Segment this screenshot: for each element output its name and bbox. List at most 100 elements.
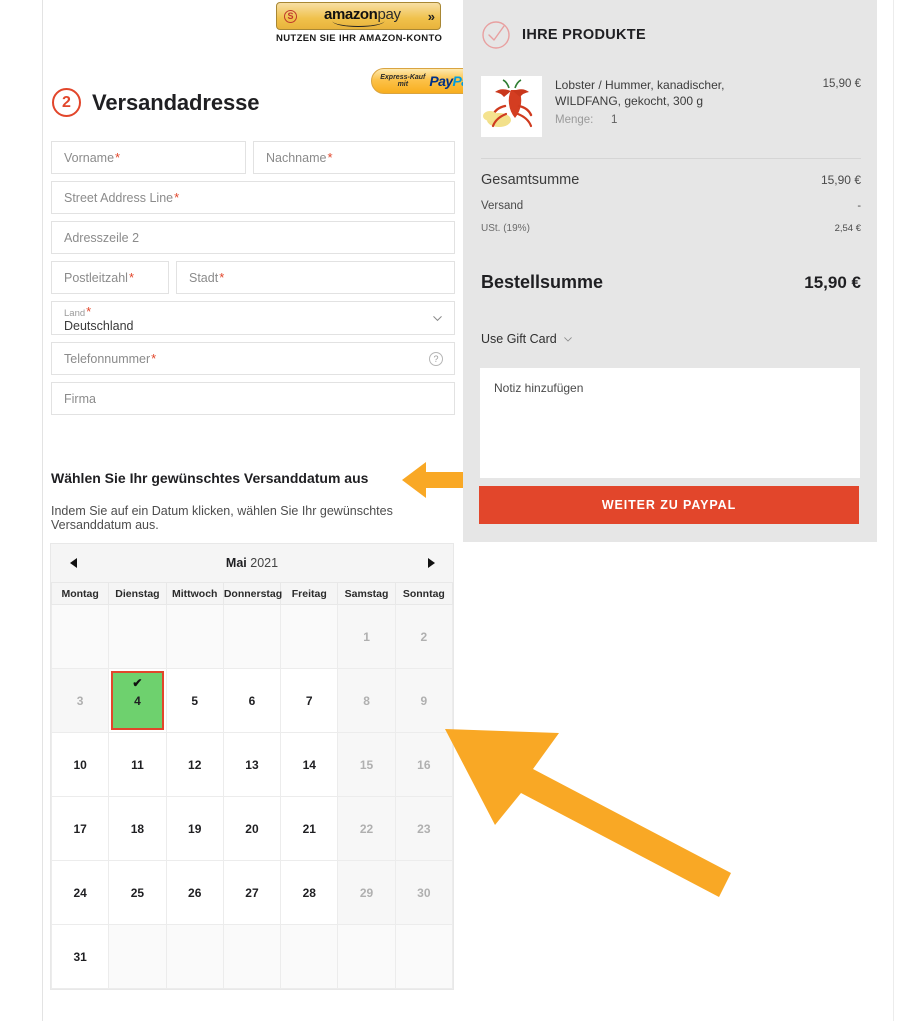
- country-select[interactable]: Land* Deutschland: [51, 301, 455, 335]
- address-form: Vorname * Nachname * Street Address Line * …: [51, 141, 455, 422]
- weekday-monday: Montag: [50, 582, 110, 605]
- calendar-day[interactable]: 26: [165, 860, 224, 925]
- calendar-day[interactable]: 24: [50, 860, 110, 925]
- calendar-nav: Mai 2021: [51, 544, 453, 582]
- shipping-row: Versand -: [481, 200, 861, 212]
- calendar-day-empty: [337, 924, 396, 989]
- chevron-down-icon: [563, 337, 572, 342]
- grand-total-value: 15,90 €: [804, 273, 861, 292]
- lastname-placeholder: Nachname: [266, 150, 327, 165]
- check-icon: ✔: [132, 676, 143, 690]
- street-address-input[interactable]: Street Address Line *: [51, 181, 455, 214]
- required-marker: *: [128, 270, 134, 285]
- calendar-day[interactable]: 13: [222, 732, 282, 797]
- lastname-input[interactable]: Nachname *: [253, 141, 455, 174]
- help-icon[interactable]: ?: [429, 351, 443, 366]
- use-gift-card-toggle[interactable]: Use Gift Card: [481, 332, 572, 346]
- calendar-day[interactable]: 20: [222, 796, 282, 861]
- calendar-day[interactable]: 17: [50, 796, 110, 861]
- calendar-day-empty: [280, 924, 339, 989]
- calendar-day-empty: [108, 924, 167, 989]
- calendar-weekday-header: Montag Dienstag Mittwoch Donnerstag Frei…: [50, 582, 454, 605]
- firstname-input[interactable]: Vorname *: [51, 141, 246, 174]
- tax-row: USt. (19%) 2,54 €: [481, 223, 861, 234]
- selected-day-highlight: ✔ 4: [111, 671, 164, 730]
- amazon-pay-block: S amazonpay » NUTZEN SIE IHR AMAZON-KONT…: [276, 2, 442, 44]
- calendar-day[interactable]: 18: [108, 796, 167, 861]
- calendar-day-disabled: 3: [50, 668, 110, 733]
- paypal-express-line2: mit: [397, 81, 409, 88]
- product-price: 15,90 €: [822, 78, 861, 90]
- calendar-day[interactable]: 14: [280, 732, 339, 797]
- calendar-day[interactable]: 28: [280, 860, 339, 925]
- calendar-day-selected[interactable]: ✔ 4: [108, 668, 167, 733]
- shipping-date-title: Wählen Sie Ihr gewünschtes Versanddatum …: [51, 470, 369, 486]
- weekday-tuesday: Dienstag: [108, 582, 167, 605]
- calendar-day[interactable]: 11: [108, 732, 167, 797]
- product-thumbnail: [481, 76, 542, 137]
- product-name: Lobster / Hummer, kanadischer, WILDFANG,…: [555, 78, 725, 108]
- calendar-day[interactable]: 10: [50, 732, 110, 797]
- product-line-item: Lobster / Hummer, kanadischer, WILDFANG,…: [481, 76, 861, 137]
- calendar-day-disabled: 29: [337, 860, 396, 925]
- calendar-grid: Montag Dienstag Mittwoch Donnerstag Frei…: [50, 582, 454, 989]
- check-circle-icon: [482, 21, 510, 49]
- continue-to-paypal-button[interactable]: WEITER ZU PAYPAL: [479, 486, 859, 524]
- calendar-day[interactable]: 6: [222, 668, 282, 733]
- order-note-textarea[interactable]: [480, 368, 860, 478]
- country-label: Land*: [64, 305, 91, 319]
- weekday-saturday: Samstag: [337, 582, 396, 605]
- postal-code-input[interactable]: Postleitzahl *: [51, 261, 169, 294]
- calendar-day-disabled: 23: [394, 796, 454, 861]
- calendar-day-disabled: 9: [394, 668, 454, 733]
- calendar-year: 2021: [250, 556, 279, 570]
- page-title: Versandadresse: [92, 89, 260, 115]
- calendar-day[interactable]: 21: [280, 796, 339, 861]
- zip-placeholder: Postleitzahl: [64, 270, 128, 285]
- calendar-week-row: 3 ✔ 4 5 6 7 8 9: [50, 668, 454, 733]
- city-input[interactable]: Stadt *: [176, 261, 455, 294]
- paypal-logo-pay: Pay: [429, 73, 453, 89]
- calendar-week-row: 17 18 19 20 21 22 23: [50, 796, 454, 861]
- calendar-day[interactable]: 27: [222, 860, 282, 925]
- calendar-week-row: 24 25 26 27 28 29 30: [50, 860, 454, 925]
- city-placeholder: Stadt: [189, 270, 219, 285]
- annotation-arrow-diagonal-icon: [445, 729, 731, 897]
- address-line-2-input[interactable]: Adresszeile 2: [51, 221, 455, 254]
- calendar-day-empty: [108, 604, 167, 669]
- street-placeholder: Street Address Line: [64, 190, 174, 205]
- calendar-day-number: 4: [134, 693, 141, 708]
- tax-label: USt. (19%): [481, 223, 530, 234]
- calendar-day-empty: [165, 604, 224, 669]
- calendar-day[interactable]: 5: [165, 668, 224, 733]
- calendar-day[interactable]: 31: [50, 924, 110, 989]
- address2-row: Adresszeile 2: [51, 221, 455, 254]
- street-row: Street Address Line *: [51, 181, 455, 214]
- calendar-next-month-button[interactable]: [420, 555, 442, 571]
- step-heading: 2 Versandadresse: [52, 88, 259, 117]
- shipping-date-subtitle: Indem Sie auf ein Datum klicken, wählen …: [51, 504, 393, 532]
- phone-input[interactable]: Telefonnummer * ?: [51, 342, 455, 375]
- order-summary-sidebar: IHRE PRODUKTE Lobster / Hummer, kanadisc…: [463, 0, 877, 542]
- calendar-body: 1 2 3 ✔ 4 5 6 7 8 9 10 11 12 13 14 15 16 17 18 19 20 21 22 23 24…: [50, 604, 454, 989]
- shipping-value: -: [857, 200, 861, 212]
- shipping-label: Versand: [481, 200, 524, 212]
- zip-city-row: Postleitzahl * Stadt *: [51, 261, 455, 294]
- calendar-day[interactable]: 25: [108, 860, 167, 925]
- calendar-day[interactable]: 12: [165, 732, 224, 797]
- amazon-pay-logo: amazonpay: [297, 6, 428, 27]
- amazon-pay-button[interactable]: S amazonpay »: [276, 2, 441, 30]
- step-number-badge: 2: [52, 88, 81, 117]
- calendar-prev-month-button[interactable]: [62, 555, 84, 571]
- calendar-day-disabled: 15: [337, 732, 396, 797]
- calendar-day[interactable]: 19: [165, 796, 224, 861]
- weekday-wednesday: Mittwoch: [165, 582, 224, 605]
- required-marker: *: [219, 270, 225, 285]
- company-input[interactable]: Firma: [51, 382, 455, 415]
- chevron-down-icon: [433, 316, 442, 322]
- product-quantity-value: 1: [611, 114, 618, 126]
- calendar-day[interactable]: 7: [280, 668, 339, 733]
- calendar-day-empty: [222, 924, 282, 989]
- weekday-sunday: Sonntag: [394, 582, 454, 605]
- calendar-day-disabled: 22: [337, 796, 396, 861]
